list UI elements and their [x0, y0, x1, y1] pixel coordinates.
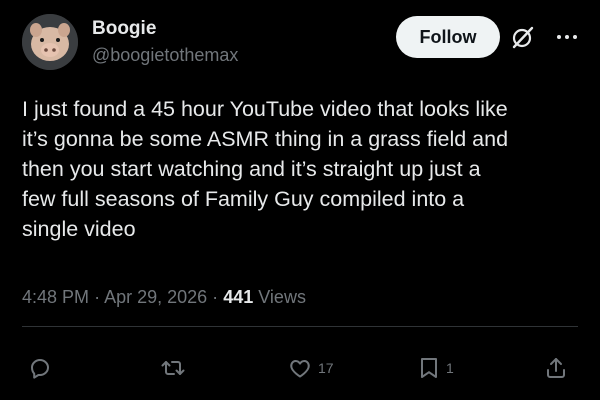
- author-name[interactable]: Boogie: [92, 18, 156, 40]
- reply-icon: [31, 359, 49, 379]
- views-count: 441: [223, 287, 254, 307]
- more-horizontal-icon[interactable]: [552, 22, 582, 52]
- avatar[interactable]: [22, 14, 78, 70]
- bookmark-button[interactable]: 1: [418, 353, 454, 383]
- retweet-icon: [161, 361, 185, 375]
- author-handle[interactable]: @boogietothemax: [92, 44, 238, 66]
- bookmark-icon: [421, 358, 437, 378]
- share-icon: [547, 358, 565, 378]
- bookmark-count: 1: [446, 360, 454, 376]
- retweet-button[interactable]: [160, 353, 186, 383]
- meta-separator: ·: [94, 287, 101, 307]
- heart-icon: [290, 360, 310, 378]
- grok-slash-circle-icon[interactable]: [510, 24, 536, 50]
- tweet-date[interactable]: Apr 29, 2026: [104, 287, 207, 307]
- avatar-image: [22, 14, 78, 70]
- follow-button[interactable]: Follow: [396, 16, 500, 58]
- like-count: 17: [318, 360, 334, 376]
- tweet-text: I just found a 45 hour YouTube video tha…: [22, 97, 509, 241]
- like-button[interactable]: 17: [288, 353, 334, 383]
- tweet-card: Boogie @boogietothemax Follow I just fou…: [0, 0, 600, 400]
- meta-separator: ·: [212, 287, 219, 307]
- share-button[interactable]: [544, 353, 568, 383]
- views-label: Views: [258, 287, 306, 307]
- tweet-time[interactable]: 4:48 PM: [22, 287, 89, 307]
- tweet-meta: 4:48 PM · Apr 29, 2026 · 441 Views: [22, 285, 306, 309]
- divider: [22, 326, 578, 327]
- reply-button[interactable]: [28, 353, 52, 383]
